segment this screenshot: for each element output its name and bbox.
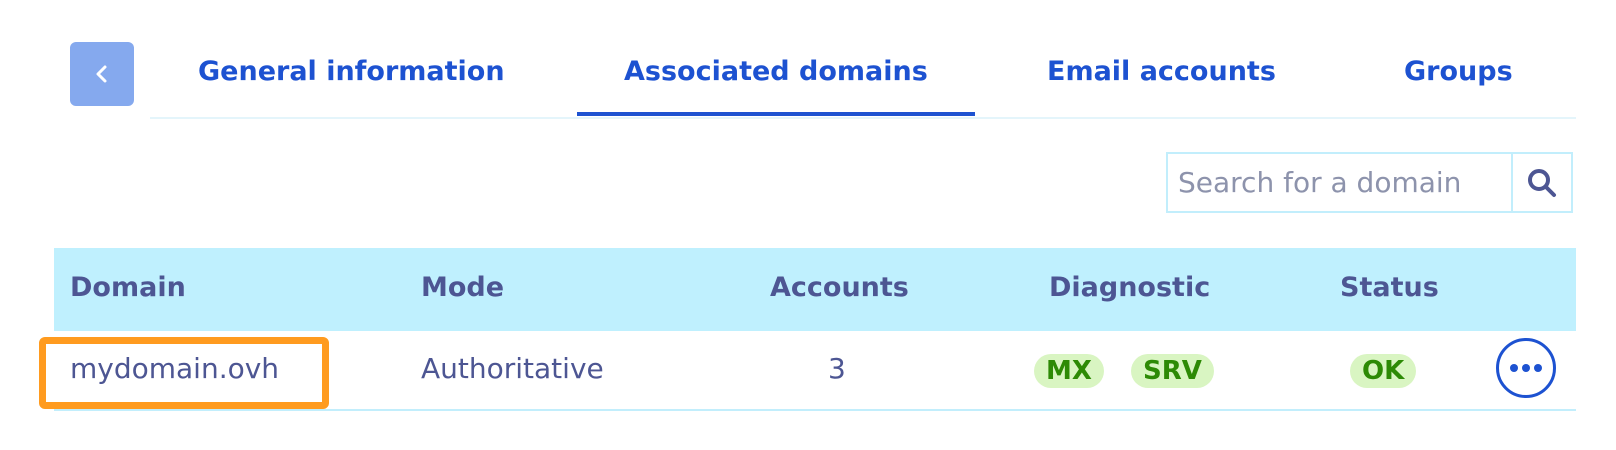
status-badge: OK [1350, 354, 1417, 388]
column-header-mode[interactable]: Mode [421, 272, 504, 303]
tab-email-accounts[interactable]: Email accounts [1047, 56, 1276, 87]
row-actions-button[interactable] [1496, 338, 1556, 398]
chevron-left-icon [96, 65, 107, 83]
table-header: Domain Mode Accounts Diagnostic Status [54, 248, 1576, 331]
search-input[interactable] [1168, 154, 1511, 211]
more-horizontal-icon [1510, 364, 1542, 372]
diagnostic-badge-srv[interactable]: SRV [1131, 354, 1214, 388]
column-header-diagnostic[interactable]: Diagnostic [1049, 272, 1210, 303]
back-button[interactable] [70, 42, 134, 106]
column-header-accounts[interactable]: Accounts [770, 272, 909, 303]
domain-search [1166, 152, 1573, 213]
search-button[interactable] [1511, 154, 1571, 211]
mode-value: Authoritative [421, 352, 604, 385]
search-icon [1528, 168, 1556, 197]
column-header-status[interactable]: Status [1340, 272, 1439, 303]
tab-groups[interactable]: Groups [1404, 56, 1513, 87]
diagnostic-badge-mx[interactable]: MX [1034, 354, 1104, 388]
tab-associated-domains[interactable]: Associated domains [577, 56, 975, 116]
column-header-domain[interactable]: Domain [70, 272, 186, 303]
domain-highlight-box [39, 337, 329, 409]
tabs-divider [150, 117, 1576, 119]
tab-general-information[interactable]: General information [198, 56, 505, 87]
accounts-count: 3 [828, 352, 846, 385]
